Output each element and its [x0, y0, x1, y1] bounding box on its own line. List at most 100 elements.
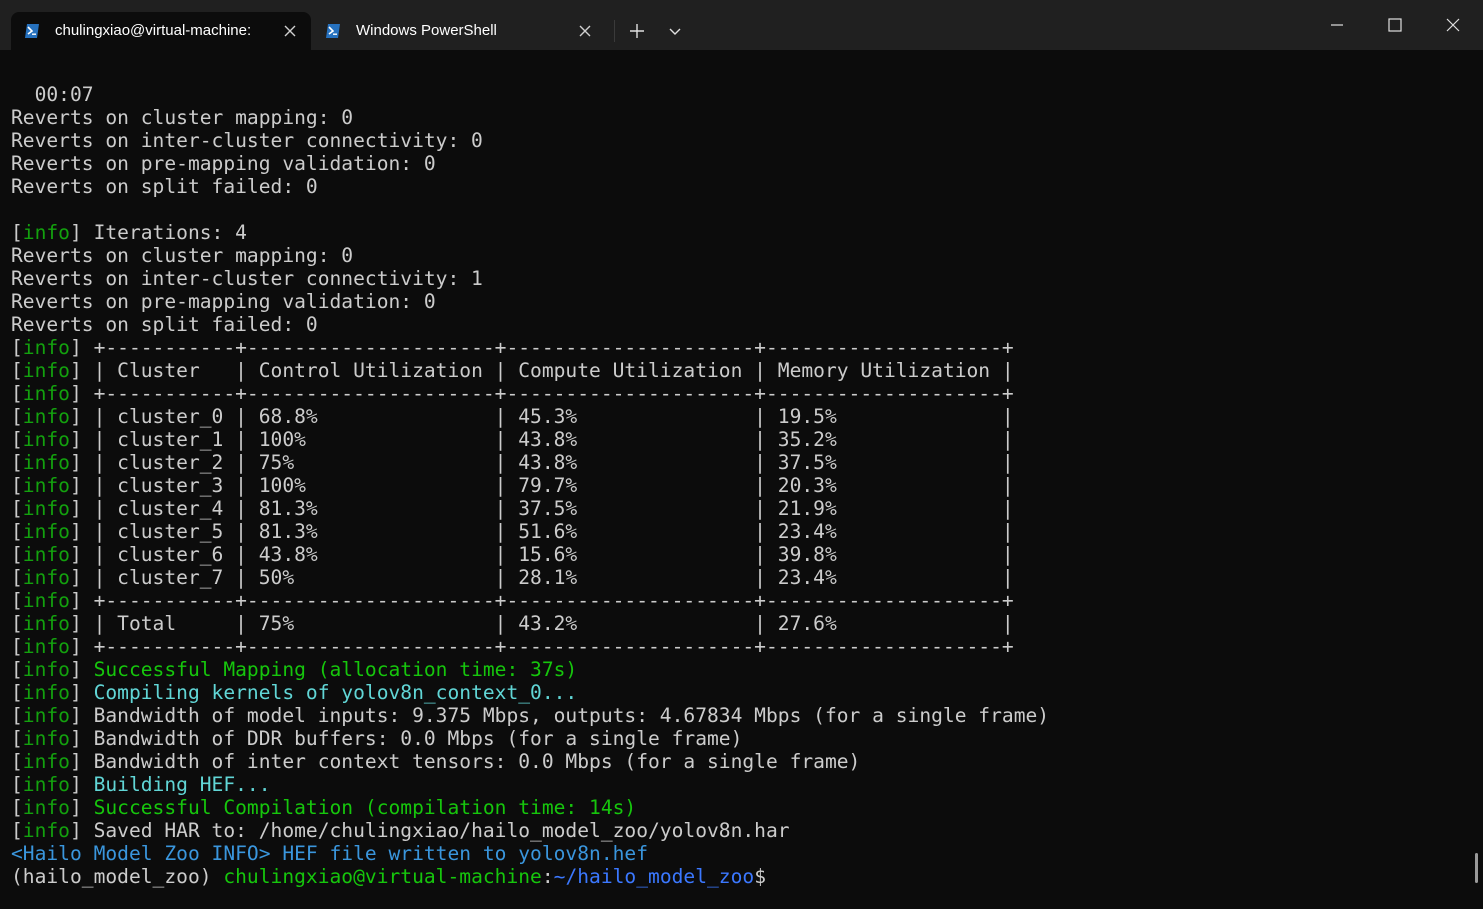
terminal-text: ] Iterations: 4 — [69, 221, 247, 244]
terminal-line: [info] Saved HAR to: /home/chulingxiao/h… — [11, 819, 1049, 842]
terminal-text: [ — [11, 336, 23, 359]
terminal-text: [ — [11, 451, 23, 474]
terminal-text: Successful Compilation (compilation time… — [93, 796, 637, 819]
terminal-text: ] — [69, 773, 94, 796]
terminal-text: [ — [11, 750, 23, 773]
terminal-line: [info] Successful Mapping (allocation ti… — [11, 658, 1049, 681]
info-tag: info — [22, 359, 70, 382]
terminal-text: $ — [754, 865, 766, 888]
terminal-line: [info] | cluster_7 | 50% | 28.1% | 23.4%… — [11, 566, 1049, 589]
terminal-text: ] Bandwidth of model inputs: 9.375 Mbps,… — [69, 704, 1050, 727]
terminal-text: Successful Mapping (allocation time: 37s… — [93, 658, 578, 681]
terminal-line: <Hailo Model Zoo INFO> HEF file written … — [11, 842, 1049, 865]
info-tag: info — [22, 704, 70, 727]
terminal-text: [ — [11, 658, 23, 681]
terminal-line: Reverts on pre-mapping validation: 0 — [11, 152, 1049, 175]
info-tag: info — [22, 589, 70, 612]
terminal-text: [ — [11, 773, 23, 796]
terminal-line: Reverts on inter-cluster connectivity: 0 — [11, 129, 1049, 152]
terminal-text: Reverts on cluster mapping: 0 — [11, 106, 354, 129]
plus-icon[interactable] — [627, 21, 647, 41]
minimize-icon[interactable] — [1327, 15, 1347, 35]
terminal-line: [info] | Cluster | Control Utilization |… — [11, 359, 1049, 382]
terminal-line: (hailo_model_zoo) chulingxiao@virtual-ma… — [11, 865, 1049, 888]
terminal-text: [ — [11, 566, 23, 589]
info-tag: info — [22, 727, 70, 750]
info-tag: info — [22, 382, 70, 405]
terminal-line: Reverts on cluster mapping: 0 — [11, 106, 1049, 129]
terminal-text: ] | Total | 75% | 43.2% | 27.6% | — [69, 612, 1014, 635]
terminal-text: Reverts on split failed: 0 — [11, 175, 318, 198]
terminal-line: [info] Building HEF... — [11, 773, 1049, 796]
terminal-text: ] | cluster_6 | 43.8% | 15.6% | 39.8% | — [69, 543, 1014, 566]
terminal-text: ] | cluster_4 | 81.3% | 37.5% | 21.9% | — [69, 497, 1014, 520]
terminal-text: [ — [11, 497, 23, 520]
terminal-text: ~/hailo_model_zoo — [553, 865, 755, 888]
terminal-text: [ — [11, 796, 23, 819]
terminal-text: (hailo_model_zoo) — [11, 865, 224, 888]
terminal-line: [info] Bandwidth of model inputs: 9.375 … — [11, 704, 1049, 727]
terminal-text: [ — [11, 543, 23, 566]
terminal-line: [info] | cluster_3 | 100% | 79.7% | 20.3… — [11, 474, 1049, 497]
terminal-text: ] +-----------+---------------------+---… — [69, 382, 1014, 405]
terminal-text: Building HEF... — [93, 773, 271, 796]
close-icon[interactable] — [576, 22, 594, 40]
terminal-text: [ — [11, 819, 23, 842]
terminal-line: [info] Bandwidth of inter context tensor… — [11, 750, 1049, 773]
terminal-text: Compiling kernels of yolov8n_context_0..… — [93, 681, 578, 704]
terminal-text: Reverts on inter-cluster connectivity: 1 — [11, 267, 483, 290]
close-icon[interactable] — [1443, 15, 1463, 35]
terminal-text: ] | cluster_1 | 100% | 43.8% | 35.2% | — [69, 428, 1014, 451]
terminal-text: Reverts on pre-mapping validation: 0 — [11, 290, 436, 313]
tab-windows-powershell[interactable]: Windows PowerShell — [312, 12, 606, 50]
terminal-line: Reverts on pre-mapping validation: 0 — [11, 290, 1049, 313]
terminal-text: [ — [11, 727, 23, 750]
info-tag: info — [22, 336, 70, 359]
terminal-window: chulingxiao@virtual-machine: Windows Pow… — [0, 0, 1483, 909]
tab-ubuntu[interactable]: chulingxiao@virtual-machine: — [11, 12, 311, 50]
info-tag: info — [22, 635, 70, 658]
terminal-line: Reverts on cluster mapping: 0 — [11, 244, 1049, 267]
terminal-text: Reverts on cluster mapping: 0 — [11, 244, 354, 267]
info-tag: info — [22, 658, 70, 681]
terminal-text: : — [541, 865, 554, 888]
terminal-line: [info] +-----------+--------------------… — [11, 635, 1049, 658]
info-tag: info — [22, 612, 70, 635]
terminal-text: chulingxiao@virtual-machine — [223, 865, 542, 888]
terminal-text: ] Saved HAR to: /home/chulingxiao/hailo_… — [69, 819, 790, 842]
terminal-pane[interactable]: 00:07 Reverts on cluster mapping: 0 Revert… — [0, 50, 1483, 909]
terminal-text: ] +-----------+---------------------+---… — [69, 589, 1014, 612]
terminal-line: [info] +-----------+--------------------… — [11, 336, 1049, 359]
chevron-down-icon[interactable] — [666, 22, 684, 40]
scrollbar-thumb[interactable] — [1475, 853, 1478, 883]
terminal-text: ] — [69, 796, 94, 819]
info-tag: info — [22, 428, 70, 451]
terminal-text: ] | Cluster | Control Utilization | Comp… — [69, 359, 1014, 382]
title-bar[interactable]: chulingxiao@virtual-machine: Windows Pow… — [0, 0, 1483, 50]
powershell-icon — [326, 24, 340, 38]
terminal-line: [info] Iterations: 4 — [11, 221, 1049, 244]
terminal-text: [ — [11, 612, 23, 635]
maximize-icon[interactable] — [1385, 15, 1405, 35]
terminal-line: 00:07 — [11, 83, 1049, 106]
terminal-text: 00:07 — [11, 83, 94, 106]
close-icon[interactable] — [281, 22, 299, 40]
terminal-text: [ — [11, 428, 23, 451]
tab-title: chulingxiao@virtual-machine: — [55, 22, 252, 39]
terminal-text: [ — [11, 589, 23, 612]
info-tag: info — [22, 405, 70, 428]
tab-title: Windows PowerShell — [356, 22, 497, 39]
terminal-line: Reverts on split failed: 0 — [11, 175, 1049, 198]
terminal-line: [info] | cluster_5 | 81.3% | 51.6% | 23.… — [11, 520, 1049, 543]
info-tag: info — [22, 221, 70, 244]
info-tag: info — [22, 451, 70, 474]
terminal-line: [info] | cluster_4 | 81.3% | 37.5% | 21.… — [11, 497, 1049, 520]
info-tag: info — [22, 543, 70, 566]
terminal-line: Reverts on split failed: 0 — [11, 313, 1049, 336]
info-tag: info — [22, 520, 70, 543]
terminal-text: [ — [11, 635, 23, 658]
terminal-text: ] — [69, 681, 94, 704]
terminal-line: [info] +-----------+--------------------… — [11, 382, 1049, 405]
info-tag: info — [22, 750, 70, 773]
